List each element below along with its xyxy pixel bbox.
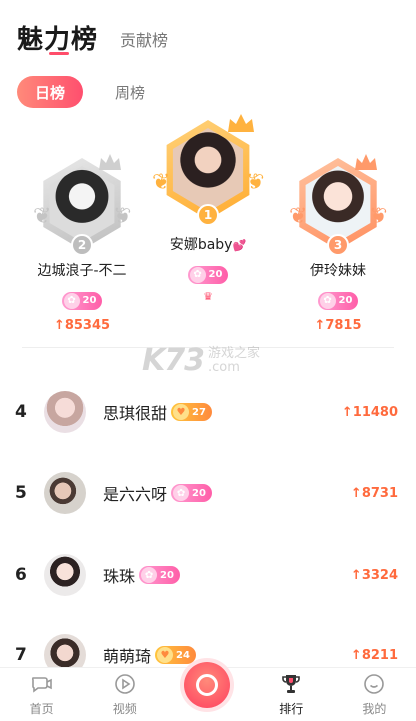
list-item[interactable]: 5 是六六呀 ✿ 20 ↑8731 [0, 470, 416, 516]
rank-medal: 2 [71, 234, 93, 256]
podium-name: 伊玲妹妹 [310, 263, 366, 279]
row-score: ↑3324 [350, 567, 398, 583]
row-score: ↑11480 [341, 404, 398, 420]
watermark-logo: K73 [142, 343, 205, 378]
period-switch: 日榜 周榜 [17, 76, 145, 108]
level-badge: ✿ 20 [317, 291, 359, 310]
laurel-right-icon: ❦ [368, 204, 387, 229]
rank-medal: 3 [327, 234, 349, 256]
row-name: 思琪很甜 [103, 404, 168, 423]
heart-icon: 💕 [232, 239, 247, 252]
small-crown-icon: ♛ [203, 289, 213, 303]
laurel-left-icon: ❦ [289, 204, 308, 229]
podium-score: ↑7815 [314, 317, 362, 333]
nav-label: 视频 [112, 702, 137, 716]
laurel-right-icon: ❦ [245, 170, 264, 195]
record-icon [196, 674, 218, 696]
level-badge: ✿ 20 [61, 291, 103, 310]
nav-ranking[interactable]: 排行 [250, 668, 333, 721]
tab-charm-ranking[interactable]: 魅力榜 [17, 19, 98, 56]
gold-crown-icon [226, 112, 256, 138]
tab-daily[interactable]: 日榜 [17, 76, 83, 108]
podium-name: 安娜baby💕 [169, 237, 247, 253]
watermark-site: 游戏之家 [208, 345, 261, 361]
nav-home[interactable]: 首页 [0, 668, 83, 721]
podium-rank-1[interactable]: ❦ ❦ 1 安娜baby💕 ✿ 20 ♛ [152, 114, 264, 303]
row-rank: 6 [15, 565, 27, 585]
row-score: ↑8731 [350, 485, 398, 501]
watermark: K73 游戏之家 .com [142, 343, 260, 378]
trophy-icon [282, 675, 301, 693]
level-badge: ♥ 27 [171, 403, 212, 421]
active-tab-indicator [49, 52, 69, 55]
row-name: 珠珠 [103, 567, 136, 586]
chat-bubble-icon [31, 677, 52, 693]
list-item[interactable]: 6 珠珠 ✿ 20 ↑3324 [0, 552, 416, 598]
nav-label: 我的 [362, 702, 387, 716]
nav-video[interactable]: 视频 [83, 668, 166, 721]
avatar [44, 554, 86, 596]
nav-label: 排行 [279, 702, 304, 716]
row-rank: 7 [15, 645, 27, 665]
level-badge: ♥ 24 [155, 646, 196, 664]
level-badge: ✿ 20 [139, 566, 180, 584]
ranking-tabs: 魅力榜 贡献榜 [17, 16, 168, 56]
podium-score: ↑85345 [53, 317, 111, 333]
flower-icon: ✿ [141, 567, 158, 583]
nav-label: 首页 [29, 702, 54, 716]
podium-name: 边城浪子-不二 [37, 263, 127, 279]
nav-profile[interactable]: 我的 [333, 668, 416, 721]
row-rank: 4 [15, 402, 27, 422]
laurel-right-icon: ❦ [112, 204, 131, 229]
flower-icon: ✿ [63, 292, 80, 309]
avatar [44, 391, 86, 433]
laurel-left-icon: ❦ [152, 170, 171, 195]
record-button[interactable] [184, 662, 230, 708]
avatar [44, 472, 86, 514]
podium-rank-3[interactable]: ❦ ❦ 3 伊玲妹妹 ✿ 20 ↑7815 [286, 154, 390, 333]
heart-icon: ♥ [157, 647, 174, 663]
laurel-left-icon: ❦ [33, 204, 52, 229]
silver-crown-icon [97, 152, 123, 176]
play-circle-icon [114, 674, 135, 694]
tab-contribution-ranking[interactable]: 贡献榜 [120, 27, 168, 51]
list-item[interactable]: 4 思琪很甜 ♥ 27 ↑11480 [0, 389, 416, 435]
level-badge: ✿ 20 [171, 484, 212, 502]
smile-face-icon [364, 674, 385, 694]
tab-weekly[interactable]: 周榜 [115, 82, 145, 103]
flower-icon: ✿ [319, 292, 336, 309]
bronze-crown-icon [353, 152, 379, 176]
rank-medal: 1 [197, 204, 219, 226]
watermark-domain: .com [208, 359, 240, 375]
heart-icon: ♥ [173, 404, 190, 420]
flower-icon: ✿ [173, 485, 190, 501]
level-badge: ✿ 20 [187, 265, 229, 284]
flower-icon: ✿ [189, 266, 206, 283]
row-name: 萌萌琦 [103, 647, 152, 666]
row-rank: 5 [15, 483, 27, 503]
podium-rank-2[interactable]: ❦ ❦ 2 边城浪子-不二 ✿ 20 ↑85345 [30, 154, 134, 333]
row-name: 是六六呀 [103, 485, 168, 504]
row-score: ↑8211 [350, 647, 398, 663]
